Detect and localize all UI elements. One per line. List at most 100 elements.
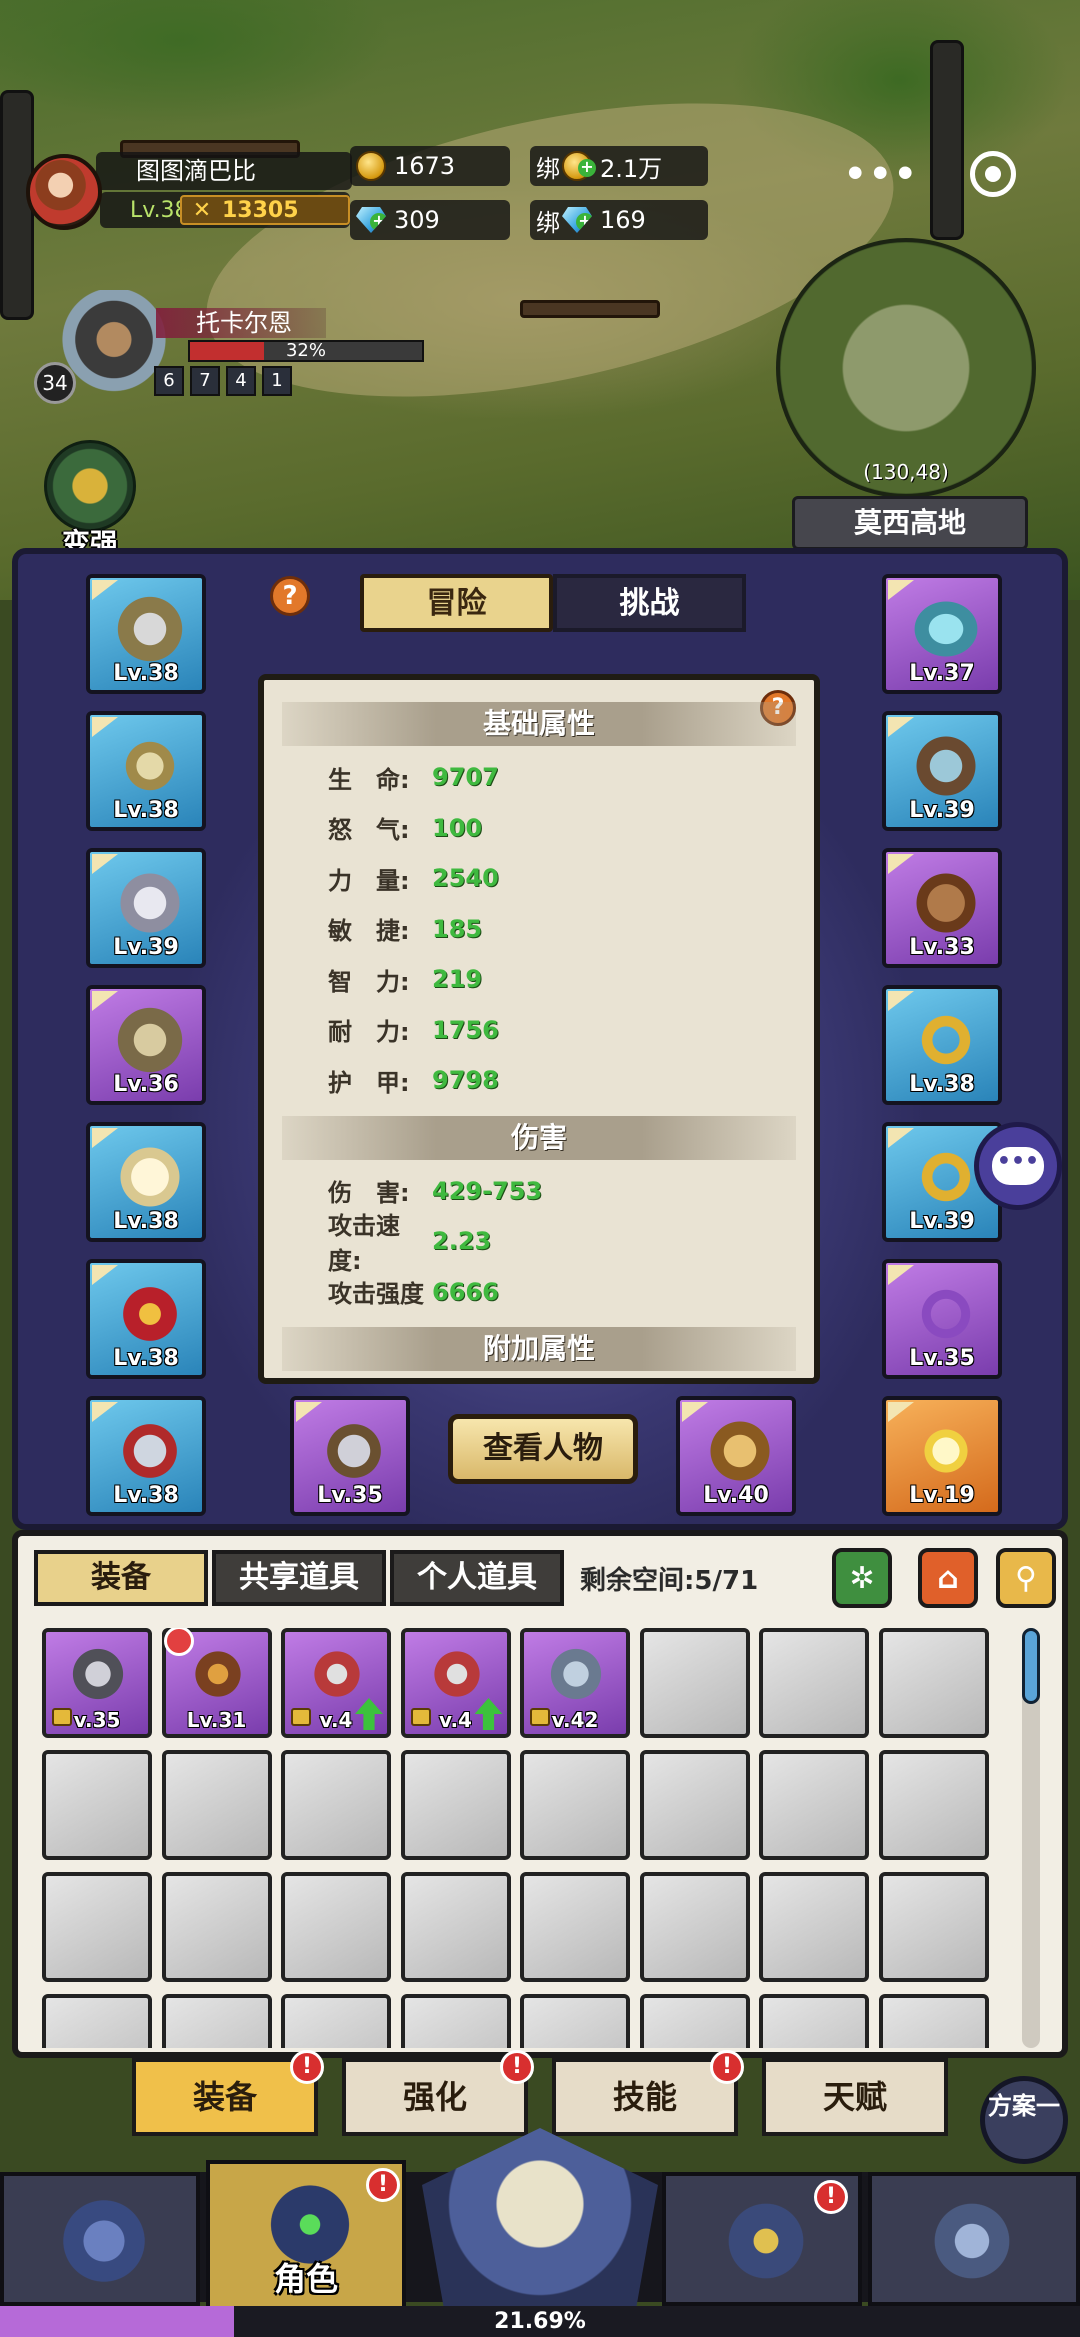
empty-inventory-slot[interactable]: [520, 1994, 630, 2048]
inventory-item[interactable]: v.4: [281, 1628, 391, 1738]
nav-castle[interactable]: [868, 2172, 1080, 2306]
subtab-skills[interactable]: 技能 !: [552, 2050, 744, 2136]
empty-inventory-slot[interactable]: [759, 1628, 869, 1738]
minimap[interactable]: (130,48): [776, 238, 1036, 498]
empty-inventory-slot[interactable]: [400, 1872, 511, 1982]
bound-diamond-counter[interactable]: 绑 169: [530, 200, 708, 240]
damage-header: 伤害: [282, 1115, 796, 1160]
strengthen-button[interactable]: 变强: [40, 440, 140, 560]
empty-inventory-slot[interactable]: [520, 1750, 630, 1860]
diamond-plus-icon[interactable]: [562, 207, 592, 233]
player-info[interactable]: 图图滴巴比 Lv.38 ✕ 13305: [26, 148, 352, 232]
empty-inventory-slot[interactable]: [878, 1994, 989, 2048]
warehouse-icon[interactable]: ⌂: [918, 1548, 978, 1608]
bound-gold-counter[interactable]: 绑 2.1万: [530, 146, 708, 186]
equip-slot-boots[interactable]: Lv.33: [882, 848, 1002, 968]
empty-inventory-slot[interactable]: [42, 1994, 152, 2048]
close-target-icon[interactable]: [970, 151, 1017, 197]
equip-slot-belt[interactable]: Lv.37: [882, 574, 1002, 694]
empty-inventory-slot[interactable]: [161, 1994, 272, 2048]
empty-inventory-slot[interactable]: [878, 1872, 989, 1982]
recycle-icon[interactable]: ✲: [832, 1548, 892, 1608]
equip-slot-bracer[interactable]: Lv.38: [86, 1259, 206, 1379]
chat-button[interactable]: •••: [974, 1122, 1062, 1210]
subtab-talent[interactable]: 天赋: [762, 2058, 948, 2136]
inventory-item[interactable]: v.35: [42, 1628, 152, 1738]
nav-battle[interactable]: [422, 2128, 658, 2318]
gold-coin-plus-icon[interactable]: [562, 151, 596, 181]
stat-row: 生 命: 9707: [282, 752, 796, 803]
equip-slot-shoulder[interactable]: Lv.39: [86, 848, 206, 968]
empty-inventory-slot[interactable]: [878, 1628, 989, 1738]
help-icon[interactable]: ?: [270, 576, 310, 616]
more-dots-icon[interactable]: •••: [844, 154, 919, 195]
empty-inventory-slot[interactable]: [281, 1872, 391, 1982]
nav-character[interactable]: 角色 !: [206, 2160, 406, 2310]
equip-slot-legs[interactable]: Lv.39: [882, 711, 1002, 831]
stat-row: 护 甲: 9798: [282, 1055, 796, 1106]
slot-level: Lv.35: [317, 1483, 383, 1508]
player-level-power: Lv.38 ✕ 13305: [100, 192, 350, 228]
equip-slot-necklace[interactable]: Lv.38: [86, 711, 206, 831]
empty-inventory-slot[interactable]: [639, 1872, 750, 1982]
empty-inventory-slot[interactable]: [639, 1750, 750, 1860]
tab-shared-items[interactable]: 共享道具: [212, 1550, 386, 1606]
boss-skills: 6 7 4 1: [154, 366, 292, 396]
empty-inventory-slot[interactable]: [161, 1750, 272, 1860]
slot-level: Lv.36: [113, 1072, 179, 1097]
equip-slot-gloves[interactable]: Lv.38: [86, 1396, 206, 1516]
empty-inventory-slot[interactable]: [520, 1872, 630, 1982]
necklace-icon: [110, 731, 190, 801]
item-level: v.4: [319, 1708, 353, 1732]
inventory-item[interactable]: v.4: [400, 1628, 511, 1738]
empty-inventory-slot[interactable]: [42, 1872, 152, 1982]
inventory-scrollbar[interactable]: [1022, 1628, 1040, 2048]
fence: [520, 300, 660, 318]
plan-button[interactable]: 方案一: [980, 2076, 1068, 2164]
gold-counter[interactable]: 1673: [350, 146, 510, 186]
chest-armor-icon: [110, 1005, 190, 1075]
nav-shop[interactable]: !: [662, 2172, 862, 2306]
inventory-item[interactable]: Lv.31: [161, 1628, 272, 1738]
empty-inventory-slot[interactable]: [759, 1750, 869, 1860]
equip-slot-off-hand[interactable]: Lv.40: [676, 1396, 796, 1516]
skull-swords-icon: [422, 2128, 658, 2318]
stat-value: 2540: [432, 864, 499, 893]
empty-inventory-slot[interactable]: [400, 1994, 511, 2048]
slot-level: Lv.38: [113, 798, 179, 823]
empty-inventory-slot[interactable]: [639, 1994, 750, 2048]
empty-inventory-slot[interactable]: [759, 1872, 869, 1982]
nav-rune-stone[interactable]: [0, 2172, 200, 2306]
empty-inventory-slot[interactable]: [400, 1750, 511, 1860]
empty-inventory-slot[interactable]: [42, 1750, 152, 1860]
view-character-button[interactable]: 查看人物: [448, 1414, 638, 1484]
empty-inventory-slot[interactable]: [878, 1750, 989, 1860]
empty-inventory-slot[interactable]: [281, 1994, 391, 2048]
equip-slot-cloak[interactable]: Lv.38: [86, 1122, 206, 1242]
equip-slot-trinket[interactable]: Lv.19: [882, 1396, 1002, 1516]
inventory-item[interactable]: v.42: [520, 1628, 630, 1738]
sweep-broom-icon[interactable]: ⚲: [996, 1548, 1056, 1608]
equip-slot-main-hand[interactable]: Lv.35: [290, 1396, 410, 1516]
empty-inventory-slot[interactable]: [639, 1628, 750, 1738]
equip-slot-helmet[interactable]: Lv.38: [86, 574, 206, 694]
tab-personal-items[interactable]: 个人道具: [390, 1550, 564, 1606]
player-avatar[interactable]: [26, 154, 102, 230]
area-name[interactable]: 莫西高地: [792, 496, 1028, 550]
equip-slot-chest[interactable]: Lv.36: [86, 985, 206, 1105]
empty-inventory-slot[interactable]: [281, 1750, 391, 1860]
boss-tracker[interactable]: 34 托卡尔恩 32% 6 7 4 1: [34, 290, 424, 410]
tab-adventure[interactable]: 冒险: [360, 574, 553, 632]
equip-slot-ring-1[interactable]: Lv.38: [882, 985, 1002, 1105]
equip-slot-bracelet[interactable]: Lv.35: [882, 1259, 1002, 1379]
subtab-enhance[interactable]: 强化 !: [342, 2050, 534, 2136]
bound-label: 绑: [536, 208, 560, 237]
scroll-thumb[interactable]: [1022, 1628, 1040, 1704]
tab-challenge[interactable]: 挑战: [553, 574, 746, 632]
diamond-plus-icon[interactable]: [356, 207, 386, 233]
tab-equipment[interactable]: 装备: [34, 1550, 208, 1606]
subtab-equipment[interactable]: 装备 !: [132, 2050, 324, 2136]
empty-inventory-slot[interactable]: [161, 1872, 272, 1982]
diamond-counter[interactable]: 309: [350, 200, 510, 240]
empty-inventory-slot[interactable]: [759, 1994, 869, 2048]
